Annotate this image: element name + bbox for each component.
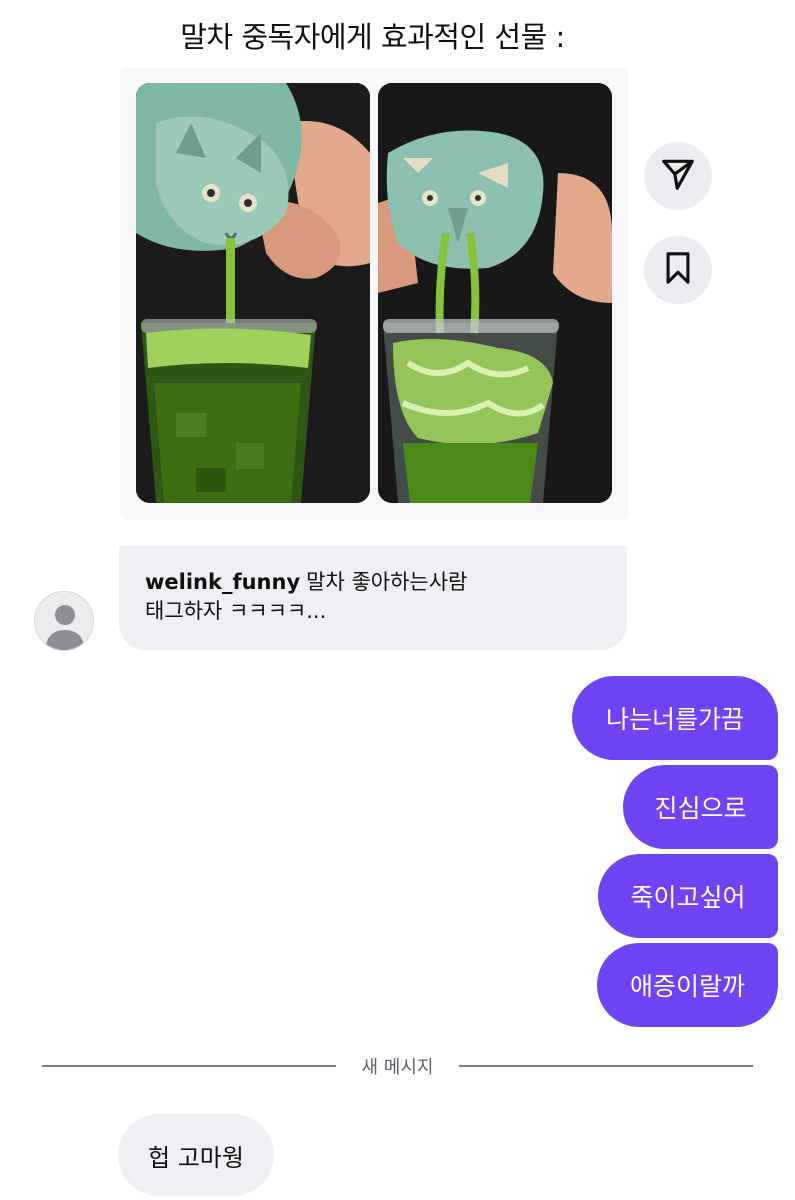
- caption-text-1: 말차 좋아하는사람: [306, 570, 468, 594]
- new-message-divider-left: [42, 1065, 336, 1067]
- new-message-divider-label: 새 메시지: [361, 1057, 434, 1078]
- caption-text-2: 태그하자 ㅋㅋㅋㅋ...: [145, 599, 327, 623]
- outgoing-message[interactable]: 나는너를가끔: [572, 676, 778, 760]
- default-avatar-icon: [35, 592, 93, 650]
- bookmark-button[interactable]: [644, 236, 712, 304]
- post-image-right[interactable]: [378, 83, 612, 503]
- matcha-pouring-photo-left: [136, 83, 370, 503]
- bookmark-icon: [663, 251, 693, 289]
- post-caption[interactable]: welink_funny 말차 좋아하는사람 태그하자 ㅋㅋㅋㅋ...: [119, 546, 627, 650]
- outgoing-message[interactable]: 애증이랄까: [597, 943, 778, 1027]
- new-message-divider-right: [459, 1065, 753, 1067]
- shared-post-card[interactable]: [120, 68, 628, 520]
- post-image-left[interactable]: [136, 83, 370, 503]
- incoming-message[interactable]: 헙 고마웡: [118, 1114, 274, 1196]
- outgoing-message[interactable]: 진심으로: [623, 765, 778, 849]
- avatar[interactable]: [34, 591, 94, 651]
- caption-username: welink_funny: [145, 570, 301, 594]
- send-icon: [659, 155, 697, 197]
- post-title: 말차 중독자에게 효과적인 선물 :: [180, 20, 565, 54]
- share-button[interactable]: [644, 142, 712, 210]
- outgoing-message[interactable]: 죽이고싶어: [598, 854, 778, 938]
- matcha-pouring-photo-right: [378, 83, 612, 503]
- caption-line-1: welink_funny 말차 좋아하는사람: [145, 568, 601, 597]
